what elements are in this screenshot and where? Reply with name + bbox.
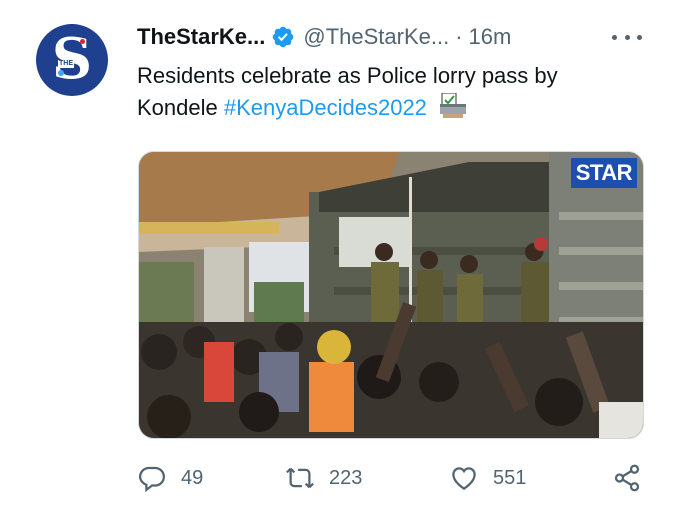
avatar-red-dot — [80, 39, 85, 44]
retweet-count: 223 — [329, 466, 363, 489]
reply-icon — [138, 466, 166, 493]
user-handle[interactable]: @TheStarKe... — [303, 24, 449, 50]
display-name[interactable]: TheStarKe... — [137, 24, 265, 50]
reply-button[interactable]: 49 — [137, 460, 203, 496]
tweet-text-line2: Kondele — [137, 95, 218, 120]
hashtag-link[interactable]: #KenyaDecides2022 — [224, 95, 427, 120]
star-watermark-logo: STAR — [570, 158, 637, 188]
avatar-logo-letter: S — [51, 26, 93, 92]
avatar-logo-small-text: THE — [58, 60, 74, 68]
tweet-actions: 49 223 551 — [137, 460, 647, 496]
tweet-text: Residents celebrate as Police lorry pass… — [137, 60, 657, 124]
more-dot — [637, 34, 642, 40]
video-frame-image — [139, 152, 643, 438]
share-button[interactable] — [612, 460, 642, 496]
more-options-icon[interactable] — [612, 26, 642, 48]
verified-badge-icon — [273, 26, 294, 48]
share-icon — [614, 464, 640, 492]
like-button[interactable]: 551 — [449, 460, 526, 496]
heart-icon — [452, 467, 476, 490]
dot-separator: · — [455, 24, 463, 49]
tweet-text-line1: Residents celebrate as Police lorry pass… — [137, 63, 558, 88]
timestamp[interactable]: 16m — [469, 24, 512, 50]
tweet-header: TheStarKe... @TheStarKe... · 16m — [137, 22, 647, 52]
tweet[interactable]: S THE TheStarKe... @TheStarKe... · 16m R… — [0, 0, 675, 532]
retweet-button[interactable]: 223 — [285, 460, 362, 496]
like-count: 551 — [493, 466, 527, 489]
avatar[interactable]: S THE — [36, 24, 108, 96]
reply-count: 49 — [181, 466, 204, 489]
more-dot — [612, 34, 617, 40]
avatar-blue-dot — [58, 70, 64, 76]
tweet-video[interactable]: STAR — [138, 151, 644, 439]
more-dot — [624, 34, 630, 40]
retweet-icon — [286, 467, 314, 489]
ballot-box-icon — [440, 93, 467, 118]
